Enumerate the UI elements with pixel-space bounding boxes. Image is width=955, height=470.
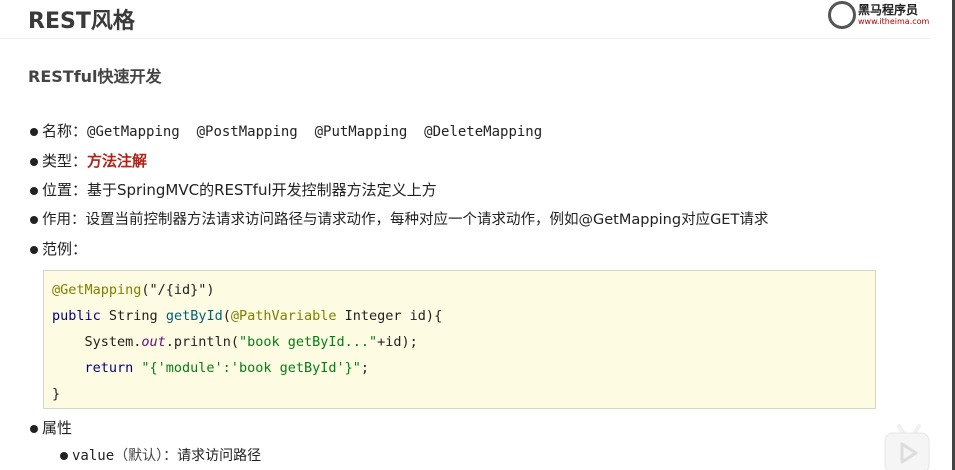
section-subtitle: RESTful快速开发 (28, 67, 162, 86)
attribute-name: value (72, 448, 115, 464)
bullet-value: 方法注解 (87, 152, 148, 170)
bullet-location: 位置：基于SpringMVC的RESTful开发控制器方法定义上方 (30, 179, 437, 200)
bullet-icon (60, 452, 68, 460)
bullet-icon (30, 157, 38, 166)
code-line: public String getById(@PathVariable Inte… (52, 308, 443, 324)
divider (0, 38, 930, 39)
bullet-label: 类型： (42, 152, 88, 170)
bullet-icon (30, 245, 38, 254)
bullet-example: 范例： (30, 238, 87, 259)
bullet-label: 名称： (42, 122, 88, 140)
bullet-label: 属性 (42, 419, 73, 437)
bullet-value: 基于SpringMVC的RESTful开发控制器方法定义上方 (87, 181, 437, 199)
bilibili-tv-icon[interactable] (882, 420, 932, 470)
bullet-type: 类型：方法注解 (30, 150, 147, 171)
bullet-value: 设置当前控制器方法请求访问路径与请求动作，每种对应一个请求动作，例如@GetMa… (85, 212, 769, 228)
bullet-value: @GetMapping @PostMapping @PutMapping @De… (87, 124, 543, 140)
code-line: } (52, 386, 61, 402)
code-example-block: @GetMapping("/{id}") public String getBy… (43, 270, 876, 409)
bullet-label: 位置： (42, 181, 88, 199)
bullet-label: 作用： (42, 212, 86, 228)
page-title: REST风格 (28, 9, 135, 34)
bullet-icon (30, 216, 38, 224)
bullet-icon (30, 186, 38, 195)
attribute-item: value（默认）：请求访问路径 (60, 445, 261, 465)
horse-logo-icon (828, 1, 856, 29)
code-line: @GetMapping("/{id}") (52, 282, 215, 298)
bullet-icon (30, 424, 38, 433)
attribute-note: （默认）： (114, 448, 178, 464)
bullet-name: 名称：@GetMapping @PostMapping @PutMapping … (30, 120, 542, 141)
bullet-icon (30, 127, 38, 136)
logo-text: 黑马程序员 (858, 3, 919, 17)
bullet-attributes: 属性 (30, 417, 72, 438)
bullet-purpose: 作用：设置当前控制器方法请求访问路径与请求动作，每种对应一个请求动作，例如@Ge… (30, 208, 768, 229)
logo-url: www.itheima.com (858, 17, 930, 26)
bullet-label: 范例： (42, 240, 88, 258)
code-line: System.out.println("book getById..."+id)… (52, 334, 418, 350)
itheima-logo: 黑马程序员 www.itheima.com (826, 0, 936, 30)
code-line: return "{'module':'book getById'}"; (52, 360, 370, 376)
attribute-desc: 请求访问路径 (177, 448, 262, 464)
